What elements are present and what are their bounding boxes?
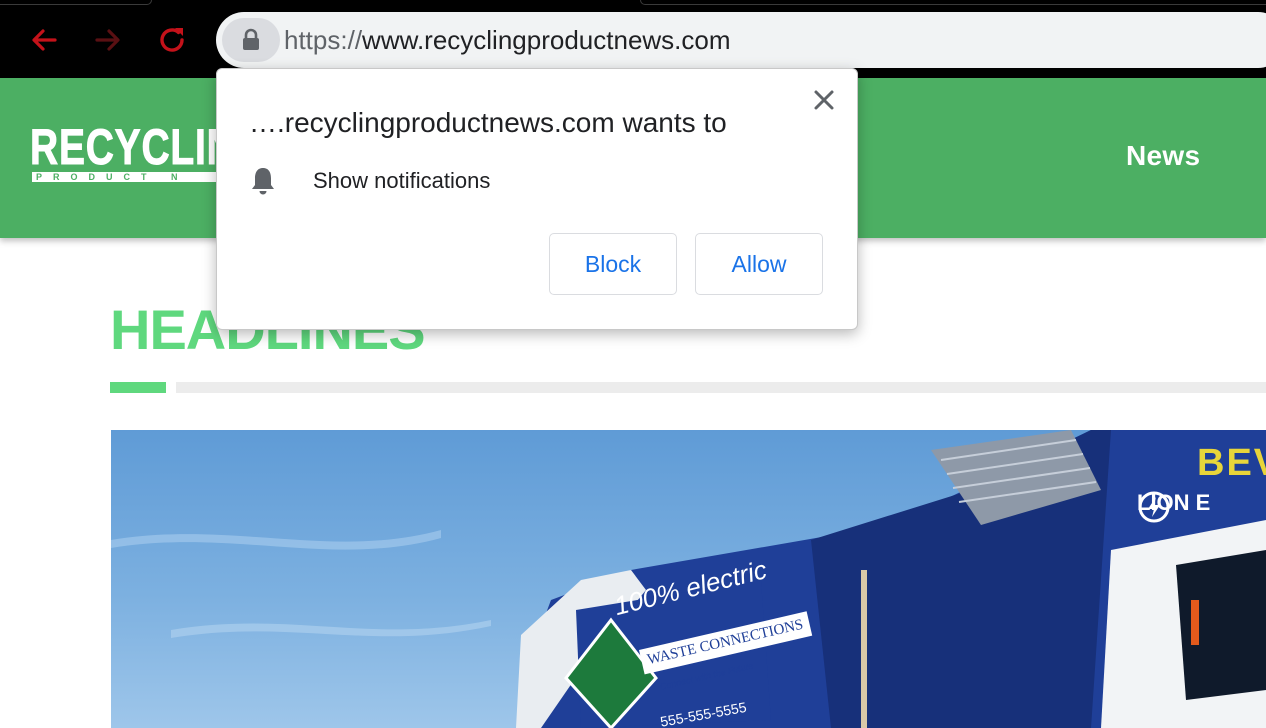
- hero-image[interactable]: 100% electric WASTE CONNECTIONS Connect …: [111, 430, 1266, 728]
- back-arrow-icon: [32, 29, 57, 51]
- bev-badge-text: BEV: [1197, 442, 1266, 484]
- lightning-icon: [1138, 491, 1170, 523]
- allow-button[interactable]: Allow: [695, 233, 823, 295]
- permission-dialog: ….recyclingproductnews.com wants to Show…: [216, 68, 858, 330]
- close-icon: [814, 90, 834, 110]
- url-text: https://www.recyclingproductnews.com: [284, 24, 731, 56]
- site-logo[interactable]: RECYCLIN PRODUCT N: [30, 120, 220, 190]
- reload-button[interactable]: [154, 22, 190, 58]
- back-button[interactable]: [26, 22, 62, 58]
- title-accent-bar: [110, 382, 166, 393]
- dialog-title: ….recyclingproductnews.com wants to: [249, 107, 727, 138]
- lion-electric-text: LION E: [1137, 490, 1210, 523]
- site-info-button[interactable]: [222, 18, 280, 62]
- reload-icon: [160, 28, 184, 52]
- lock-icon: [243, 28, 259, 50]
- block-button[interactable]: Block: [549, 233, 677, 295]
- permission-label: Show notifications: [313, 168, 491, 193]
- permission-row: Show notifications: [249, 163, 490, 199]
- browser-toolbar: https://www.recyclingproductnews.com: [0, 0, 1266, 78]
- address-bar[interactable]: https://www.recyclingproductnews.com: [216, 12, 1266, 68]
- title-divider: [176, 382, 1266, 393]
- forward-button[interactable]: [90, 22, 126, 58]
- logo-wordmark: RECYCLIN: [30, 120, 220, 175]
- nav-item-news[interactable]: News: [1126, 140, 1200, 172]
- close-button[interactable]: [811, 87, 837, 113]
- tab-left[interactable]: [0, 0, 152, 5]
- url-host: www.recyclingproductnews.com: [362, 25, 731, 55]
- bell-icon: [252, 168, 274, 195]
- logo-subtitle: PRODUCT N: [32, 172, 220, 182]
- url-scheme: https://: [284, 25, 363, 55]
- tab-right[interactable]: [640, 0, 1266, 5]
- forward-arrow-icon: [95, 29, 120, 51]
